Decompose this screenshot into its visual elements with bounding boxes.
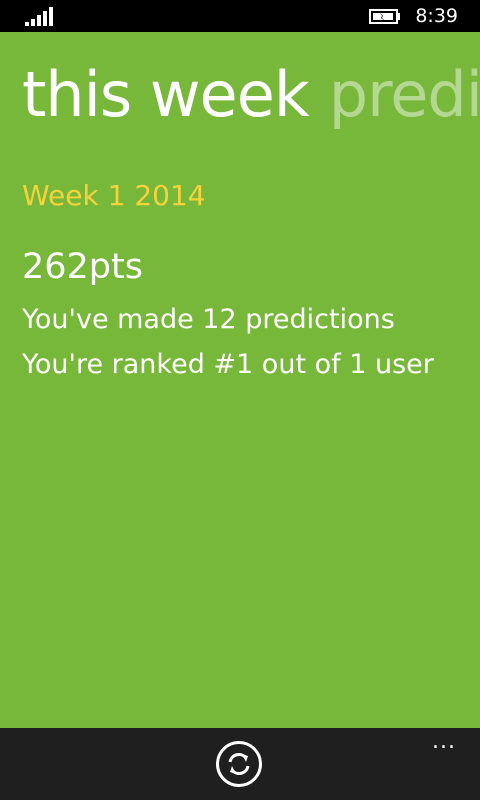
more-button[interactable]: ...: [424, 731, 464, 756]
points-total: 262pts: [22, 247, 143, 287]
refresh-icon: [228, 753, 250, 775]
this-week-page: this week predi Week 1 2014 262pts You've…: [0, 32, 480, 728]
signal-bars-icon: [25, 7, 53, 26]
predictions-count: You've made 12 predictions: [22, 304, 395, 335]
pivot-header: this week predi: [22, 55, 480, 135]
battery-charging-icon: [369, 9, 400, 24]
ranking-text: You're ranked #1 out of 1 user: [22, 349, 434, 380]
pivot-tab-predictions-peek[interactable]: predi: [329, 58, 480, 131]
pivot-tab-this-week[interactable]: this week: [22, 58, 310, 131]
status-bar: 8:39: [0, 0, 480, 32]
clock: 8:39: [415, 5, 458, 27]
refresh-button[interactable]: [216, 741, 262, 787]
week-label: Week 1 2014: [22, 179, 206, 212]
app-bar: ...: [0, 728, 480, 800]
